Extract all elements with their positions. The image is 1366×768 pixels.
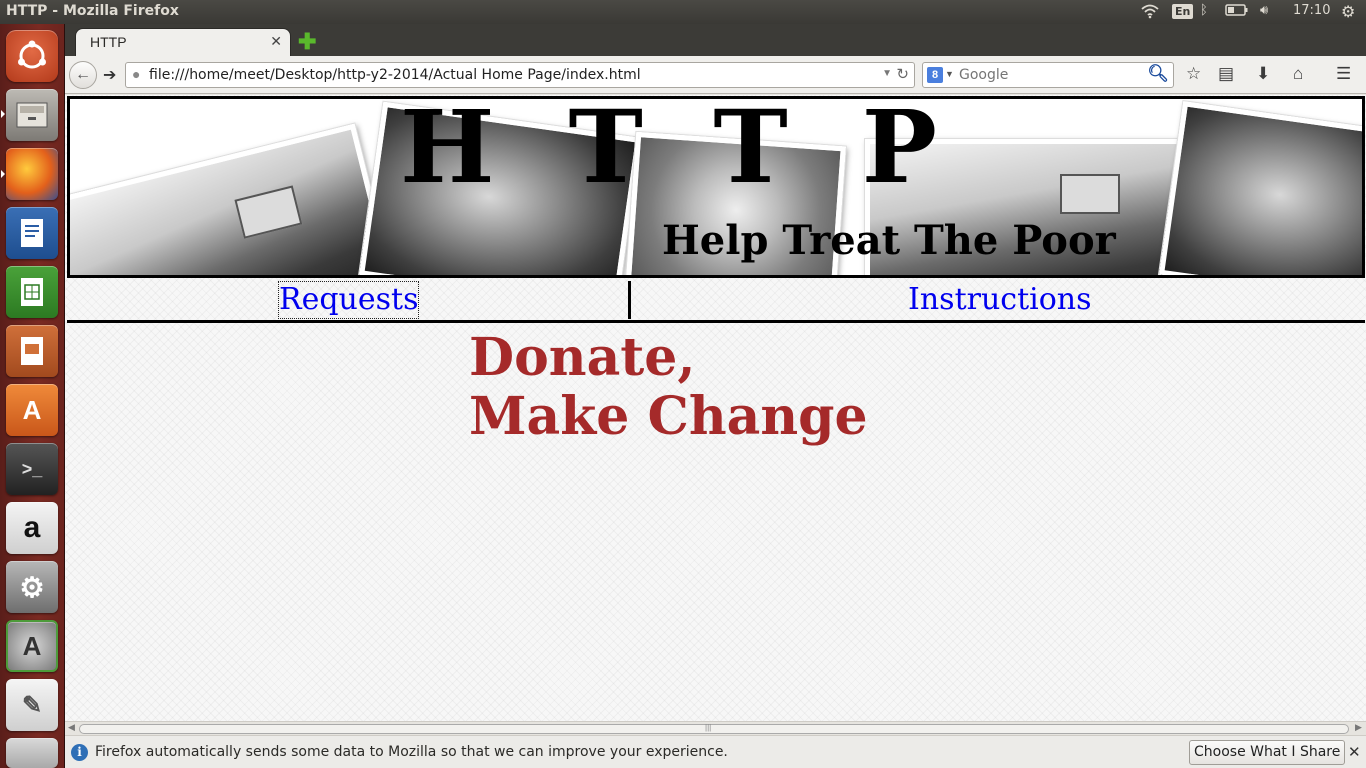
notification-bar: i Firefox automatically sends some data …: [65, 735, 1366, 768]
forward-button[interactable]: ➔: [103, 65, 116, 85]
bookmark-star-icon[interactable]: ☆: [1186, 64, 1201, 84]
hero-line-1: Donate,: [469, 327, 696, 388]
banner-photo-child-2: [1158, 101, 1362, 275]
engine-dropdown-icon[interactable]: ▼: [945, 69, 954, 79]
software-center-icon[interactable]: A: [6, 384, 58, 436]
globe-icon: ●: [132, 66, 141, 82]
bookmarks-menu-icon[interactable]: ▤: [1218, 64, 1234, 84]
software-updater-icon[interactable]: A: [6, 620, 58, 672]
hero-heading: Donate, Make Change: [469, 328, 868, 446]
keyboard-layout-indicator[interactable]: En: [1172, 4, 1194, 19]
banner-title: HTTP: [400, 96, 1011, 206]
banner: HTTP Help Treat The Poor: [67, 96, 1365, 278]
menu-divider: [628, 281, 631, 319]
tab-http[interactable]: HTTP ✕: [75, 28, 291, 56]
firefox-icon[interactable]: [6, 148, 58, 200]
session-gear-icon[interactable]: ⚙: [1341, 2, 1355, 21]
url-bar[interactable]: ● file:///home/meet/Desktop/http-y2-2014…: [125, 62, 915, 88]
close-tab-icon[interactable]: ✕: [270, 33, 282, 50]
choose-what-i-share-button[interactable]: Choose What I Share: [1189, 740, 1346, 765]
requests-link[interactable]: Requests: [277, 281, 420, 319]
truck-shape: [234, 185, 303, 239]
running-indicator: [1, 170, 5, 178]
window-title: HTTP - Mozilla Firefox: [6, 3, 179, 19]
nav-menu: Requests Instructions: [67, 279, 1365, 323]
launcher: A >_ a ⚙ A ✎: [0, 24, 65, 768]
scrollbar-thumb[interactable]: [79, 724, 1349, 734]
info-icon: i: [71, 744, 88, 761]
writer-icon[interactable]: [6, 207, 58, 259]
tab-title: HTTP: [90, 34, 127, 50]
menu-icon[interactable]: ☰: [1336, 64, 1351, 84]
firefox-window: HTTP ✕ ✚ ← ➔ ● file:///home/meet/Desktop…: [65, 24, 1366, 768]
downloads-icon[interactable]: ⬇: [1256, 64, 1270, 84]
horizontal-scrollbar[interactable]: ◀ ||| ▶: [65, 721, 1366, 735]
ubuntu-dash-icon[interactable]: [6, 30, 58, 82]
wifi-icon[interactable]: [1140, 3, 1160, 23]
tab-strip: HTTP ✕ ✚: [65, 24, 1366, 56]
search-bar[interactable]: 8 ▼ 🔍︎: [922, 62, 1174, 88]
battery-icon[interactable]: [1225, 3, 1249, 21]
terminal-icon[interactable]: >_: [6, 443, 58, 495]
back-button[interactable]: ←: [69, 61, 97, 89]
search-input[interactable]: [959, 67, 1149, 83]
close-notification-icon[interactable]: ✕: [1348, 743, 1361, 761]
url-text[interactable]: file:///home/meet/Desktop/http-y2-2014/A…: [149, 67, 641, 83]
running-indicator: [1, 110, 5, 118]
notification-text: Firefox automatically sends some data to…: [95, 744, 728, 760]
calc-icon[interactable]: [6, 266, 58, 318]
scrollbar-grip-icon: |||: [705, 723, 712, 732]
nav-toolbar: ← ➔ ● file:///home/meet/Desktop/http-y2-…: [65, 56, 1366, 94]
banner-photo-road: [70, 123, 396, 275]
amazon-icon[interactable]: a: [6, 502, 58, 554]
scroll-right-icon[interactable]: ▶: [1355, 722, 1362, 733]
instructions-link[interactable]: Instructions: [908, 282, 1092, 318]
text-editor-icon[interactable]: ✎: [6, 679, 58, 731]
hero-line-2: Make Change: [469, 386, 868, 447]
url-dropdown-icon[interactable]: ▼: [882, 68, 892, 79]
clock[interactable]: 17:10: [1293, 3, 1330, 18]
truck-shape: [1060, 174, 1120, 214]
trash-icon[interactable]: [6, 738, 58, 768]
files-icon[interactable]: [6, 89, 58, 141]
scroll-left-icon[interactable]: ◀: [68, 722, 75, 733]
reload-icon[interactable]: ↻: [896, 65, 909, 83]
banner-subtitle: Help Treat The Poor: [662, 217, 1116, 264]
home-icon[interactable]: ⌂: [1293, 64, 1303, 84]
volume-icon[interactable]: 🔊︎: [1260, 3, 1268, 18]
new-tab-icon[interactable]: ✚: [298, 29, 316, 55]
search-icon[interactable]: 🔍︎: [1147, 64, 1169, 84]
bluetooth-icon[interactable]: ᛒ: [1200, 3, 1208, 18]
page-viewport: HTTP Help Treat The Poor Requests Instru…: [65, 95, 1366, 721]
system-settings-icon[interactable]: ⚙: [6, 561, 58, 613]
top-panel: HTTP - Mozilla Firefox En ᛒ 🔊︎ 17:10 ⚙: [0, 0, 1366, 24]
impress-icon[interactable]: [6, 325, 58, 377]
google-engine-icon[interactable]: 8: [927, 67, 943, 83]
